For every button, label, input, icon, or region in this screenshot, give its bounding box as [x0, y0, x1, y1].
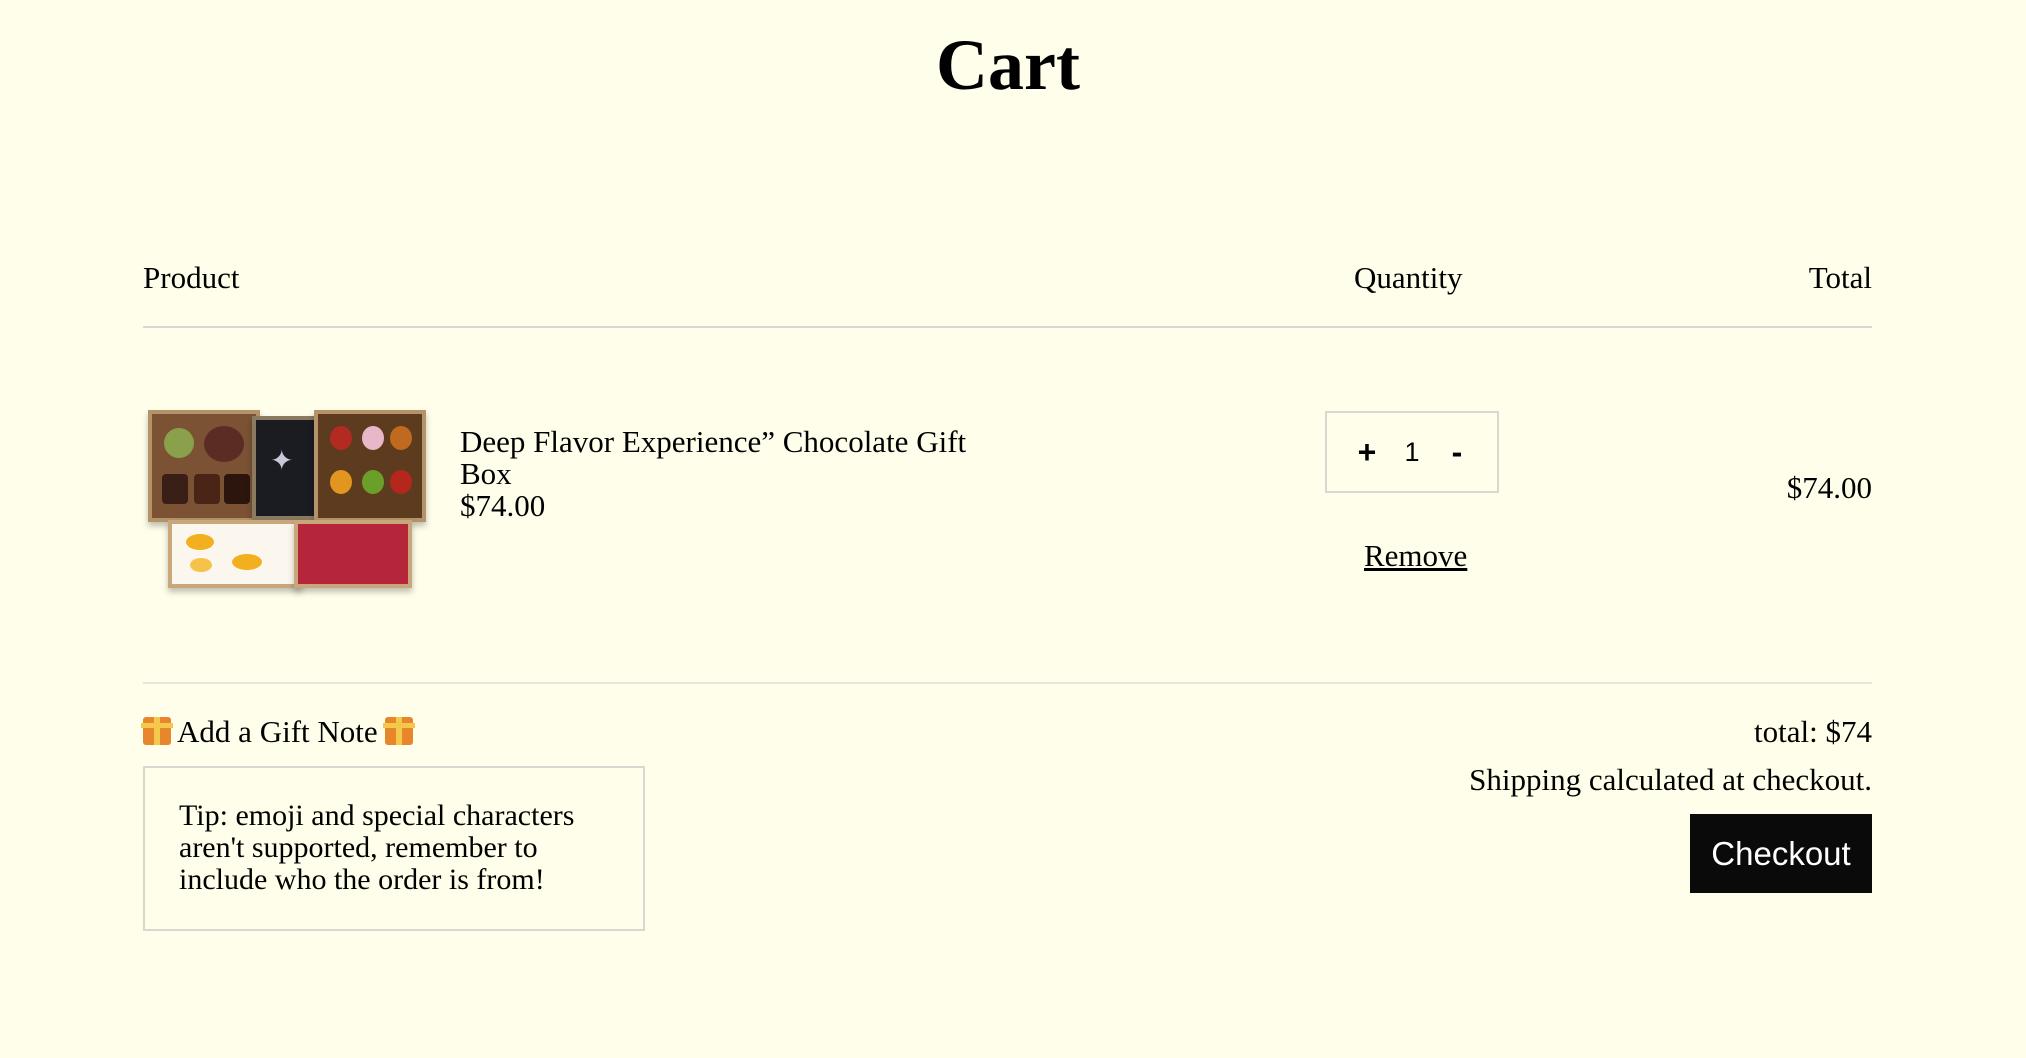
- product-name[interactable]: Deep Flavor Experience” Chocolate Gift B…: [460, 426, 1020, 490]
- column-header-total: Total: [1808, 260, 1872, 295]
- gift-note-heading: Add a Gift Note: [141, 712, 416, 752]
- gift-box-compartment: [314, 410, 426, 522]
- shipping-note: Shipping calculated at checkout.: [1469, 762, 1872, 797]
- page-title: Cart: [936, 25, 1080, 105]
- gift-box-compartment: ✦: [252, 416, 318, 520]
- gift-box-compartment: [148, 410, 260, 522]
- decrement-button[interactable]: -: [1445, 436, 1469, 468]
- product-image[interactable]: ✦: [148, 408, 426, 592]
- product-info: Deep Flavor Experience” Chocolate Gift B…: [460, 426, 1020, 522]
- column-header-product: Product: [143, 260, 240, 295]
- checkout-button[interactable]: Checkout: [1690, 814, 1872, 893]
- gift-icon: [383, 717, 416, 745]
- cart-total: total: $74: [1754, 714, 1872, 749]
- gift-note-label: Add a Gift Note: [177, 714, 378, 749]
- product-price: $74.00: [460, 488, 546, 523]
- gift-box-compartment: [168, 520, 302, 588]
- column-header-quantity: Quantity: [1354, 260, 1463, 295]
- quantity-stepper: + 1 -: [1325, 411, 1499, 493]
- gift-box-compartment: [294, 520, 412, 588]
- gift-note-field[interactable]: [143, 766, 645, 931]
- increment-button[interactable]: +: [1355, 436, 1379, 468]
- cart-page: Cart Product Quantity Total ✦ Deep Flavo…: [0, 0, 2026, 1058]
- header-divider: [143, 326, 1872, 328]
- line-total: $74.00: [1786, 470, 1872, 505]
- remove-link[interactable]: Remove: [1364, 538, 1467, 574]
- gift-icon: [141, 717, 173, 745]
- footer-divider: [143, 682, 1872, 684]
- quantity-value[interactable]: 1: [1404, 437, 1419, 468]
